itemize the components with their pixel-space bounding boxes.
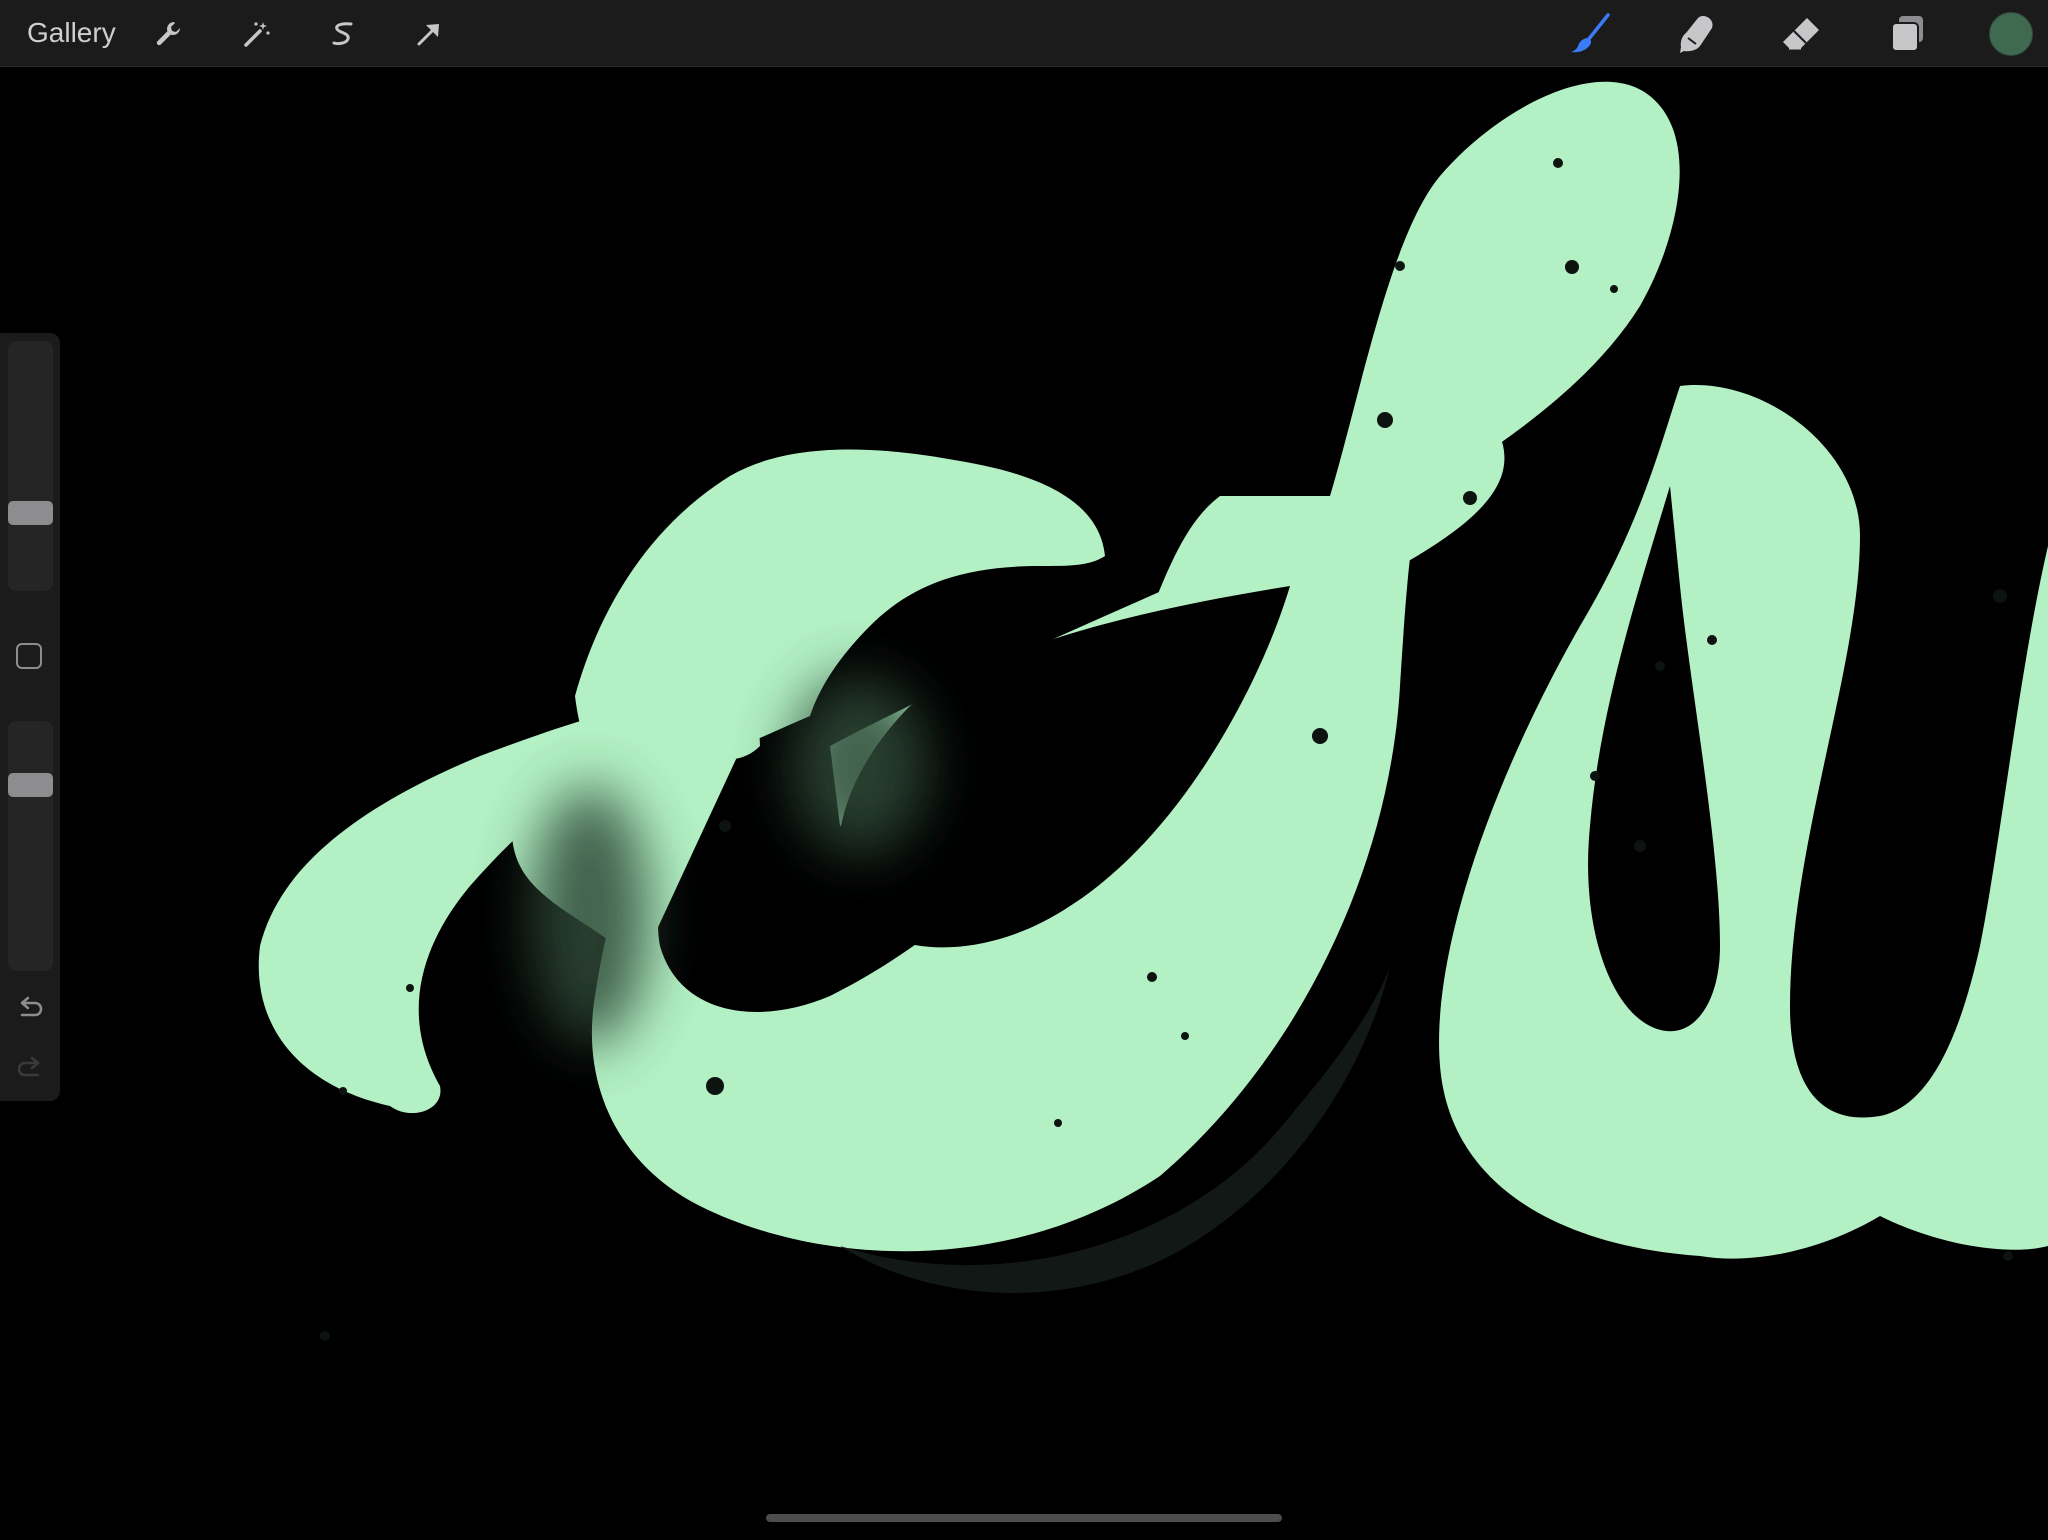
brush-opacity-slider-thumb[interactable] [8, 773, 53, 797]
home-indicator[interactable] [766, 1514, 1282, 1522]
top-toolbar: Gallery [0, 0, 2048, 67]
selection-s-icon [328, 19, 358, 49]
adjustments-button[interactable] [236, 13, 278, 55]
brush-icon [1568, 12, 1612, 56]
smudge-button[interactable] [1675, 13, 1717, 55]
eraser-icon [1779, 12, 1823, 56]
redo-icon [16, 1055, 44, 1088]
smudge-finger-icon [1674, 12, 1718, 56]
arrow-cursor-icon [414, 19, 444, 49]
undo-icon [16, 995, 44, 1028]
eraser-button[interactable] [1780, 13, 1822, 55]
wrench-icon [154, 19, 184, 49]
modify-button[interactable] [16, 643, 42, 669]
actions-button[interactable] [148, 13, 190, 55]
selection-button[interactable] [322, 13, 364, 55]
drawing-canvas[interactable] [0, 66, 2048, 1535]
undo-button[interactable] [14, 995, 46, 1027]
brush-opacity-slider[interactable] [8, 721, 53, 971]
brush-size-slider[interactable] [8, 341, 53, 591]
brush-size-slider-thumb[interactable] [8, 501, 53, 525]
redo-button[interactable] [14, 1055, 46, 1087]
left-sidebar [0, 333, 60, 1101]
layers-button[interactable] [1886, 13, 1928, 55]
color-picker-swatch[interactable] [1989, 12, 2033, 56]
magic-wand-icon [242, 19, 272, 49]
transform-button[interactable] [408, 13, 450, 55]
layers-icon [1885, 12, 1929, 56]
lettering-artwork [258, 81, 2048, 1341]
gallery-button[interactable]: Gallery [27, 14, 116, 52]
brush-button[interactable] [1569, 13, 1611, 55]
